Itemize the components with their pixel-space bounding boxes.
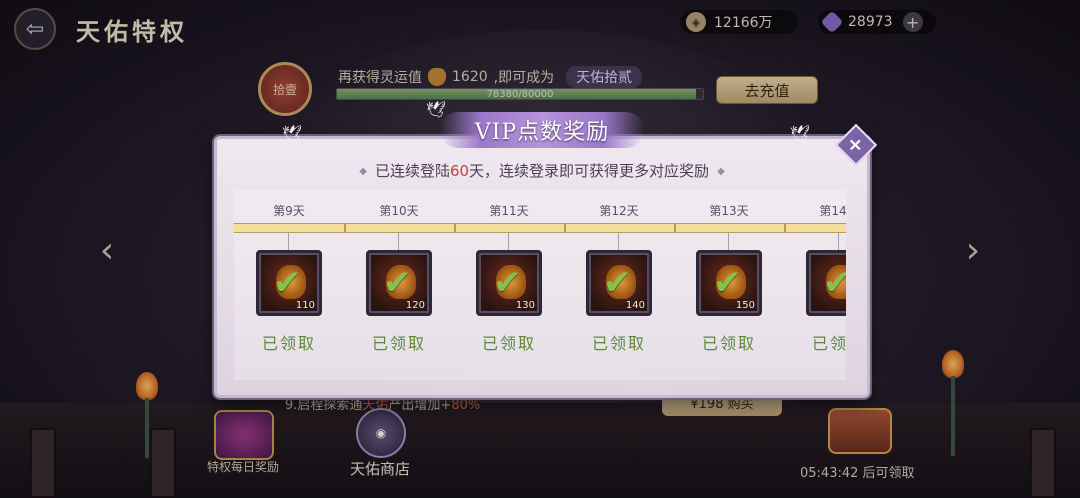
- timeline-tick: [838, 233, 839, 251]
- checkmark-icon: ✔: [493, 263, 522, 303]
- diamond-ornament-icon: ◆: [359, 166, 367, 177]
- claimed-status: 已领取: [701, 334, 756, 353]
- timeline-tick: [728, 233, 729, 251]
- reward-item[interactable]: ✔160: [806, 250, 846, 316]
- login-suffix: 天，连续登录即可获得更多对应奖励: [469, 162, 710, 180]
- reward-quantity: 110: [295, 300, 315, 311]
- login-streak-text: ◆ 已连续登陆60天，连续登录即可获得更多对应奖励 ◆: [214, 160, 870, 181]
- day-label: 第11天: [489, 204, 529, 218]
- reward-item[interactable]: ✔ 120: [366, 250, 432, 316]
- login-prefix: 已连续登陆: [374, 162, 450, 180]
- checkmark-icon: ✔: [273, 263, 302, 303]
- timeline-tick: [618, 233, 619, 251]
- login-days: 60: [449, 162, 470, 180]
- reward-item[interactable]: ✔ 150: [696, 250, 762, 316]
- reward-day: 第12天 ✔ 140 已领取: [564, 190, 676, 380]
- timeline-tick: [288, 233, 289, 251]
- day-label: 第9天: [273, 204, 305, 218]
- checkmark-icon: ✔: [713, 263, 742, 303]
- modal-title-banner: VIP点数奖励: [430, 108, 654, 152]
- checkmark-icon: ✔: [383, 263, 412, 303]
- checkmark-icon: ✔: [603, 263, 632, 303]
- claimed-status: 已领取: [591, 334, 646, 353]
- close-icon: ×: [848, 134, 864, 156]
- timeline-tick: [398, 233, 399, 251]
- checkmark-icon: ✔: [823, 263, 846, 303]
- claimed-status: 已领取: [811, 334, 846, 353]
- modal-title: VIP点数奖励: [474, 120, 610, 145]
- bird-icon: 🕊: [790, 124, 811, 143]
- reward-day: 第10天 ✔ 120 已领取: [344, 190, 456, 380]
- reward-day: 第13天 ✔ 150 已领取: [674, 190, 786, 380]
- day-label: 第13天: [709, 204, 749, 218]
- diamond-ornament-icon: ◆: [717, 166, 725, 177]
- reward-item[interactable]: ✔ 110: [256, 250, 322, 316]
- bird-icon: 🕊: [282, 124, 303, 143]
- day-label: 第10天: [379, 204, 419, 218]
- reward-quantity: 130: [515, 300, 535, 311]
- reward-item[interactable]: ✔ 140: [586, 250, 652, 316]
- day-label: 第12天: [599, 204, 639, 218]
- claimed-status: 已领取: [371, 334, 426, 353]
- timeline-tick: [508, 233, 509, 251]
- reward-day: 第14天 ✔160 已领取: [784, 190, 846, 380]
- bird-icon: 🕊: [426, 100, 447, 119]
- reward-quantity: 120: [405, 300, 425, 311]
- claimed-status: 已领取: [481, 334, 536, 353]
- reward-track[interactable]: 第9天 ✔ 110 已领取 第10天 ✔ 120 已领取 第11天 ✔ 130 已领取 第12天 ✔ 140…: [234, 190, 846, 380]
- day-label: 第14天: [819, 204, 846, 218]
- reward-quantity: 150: [735, 300, 755, 311]
- reward-quantity: 140: [625, 300, 645, 311]
- reward-day: 第11天 ✔ 130 已领取: [454, 190, 566, 380]
- reward-day: 第9天 ✔ 110 已领取: [234, 190, 346, 380]
- reward-item[interactable]: ✔ 130: [476, 250, 542, 316]
- claimed-status: 已领取: [261, 334, 316, 353]
